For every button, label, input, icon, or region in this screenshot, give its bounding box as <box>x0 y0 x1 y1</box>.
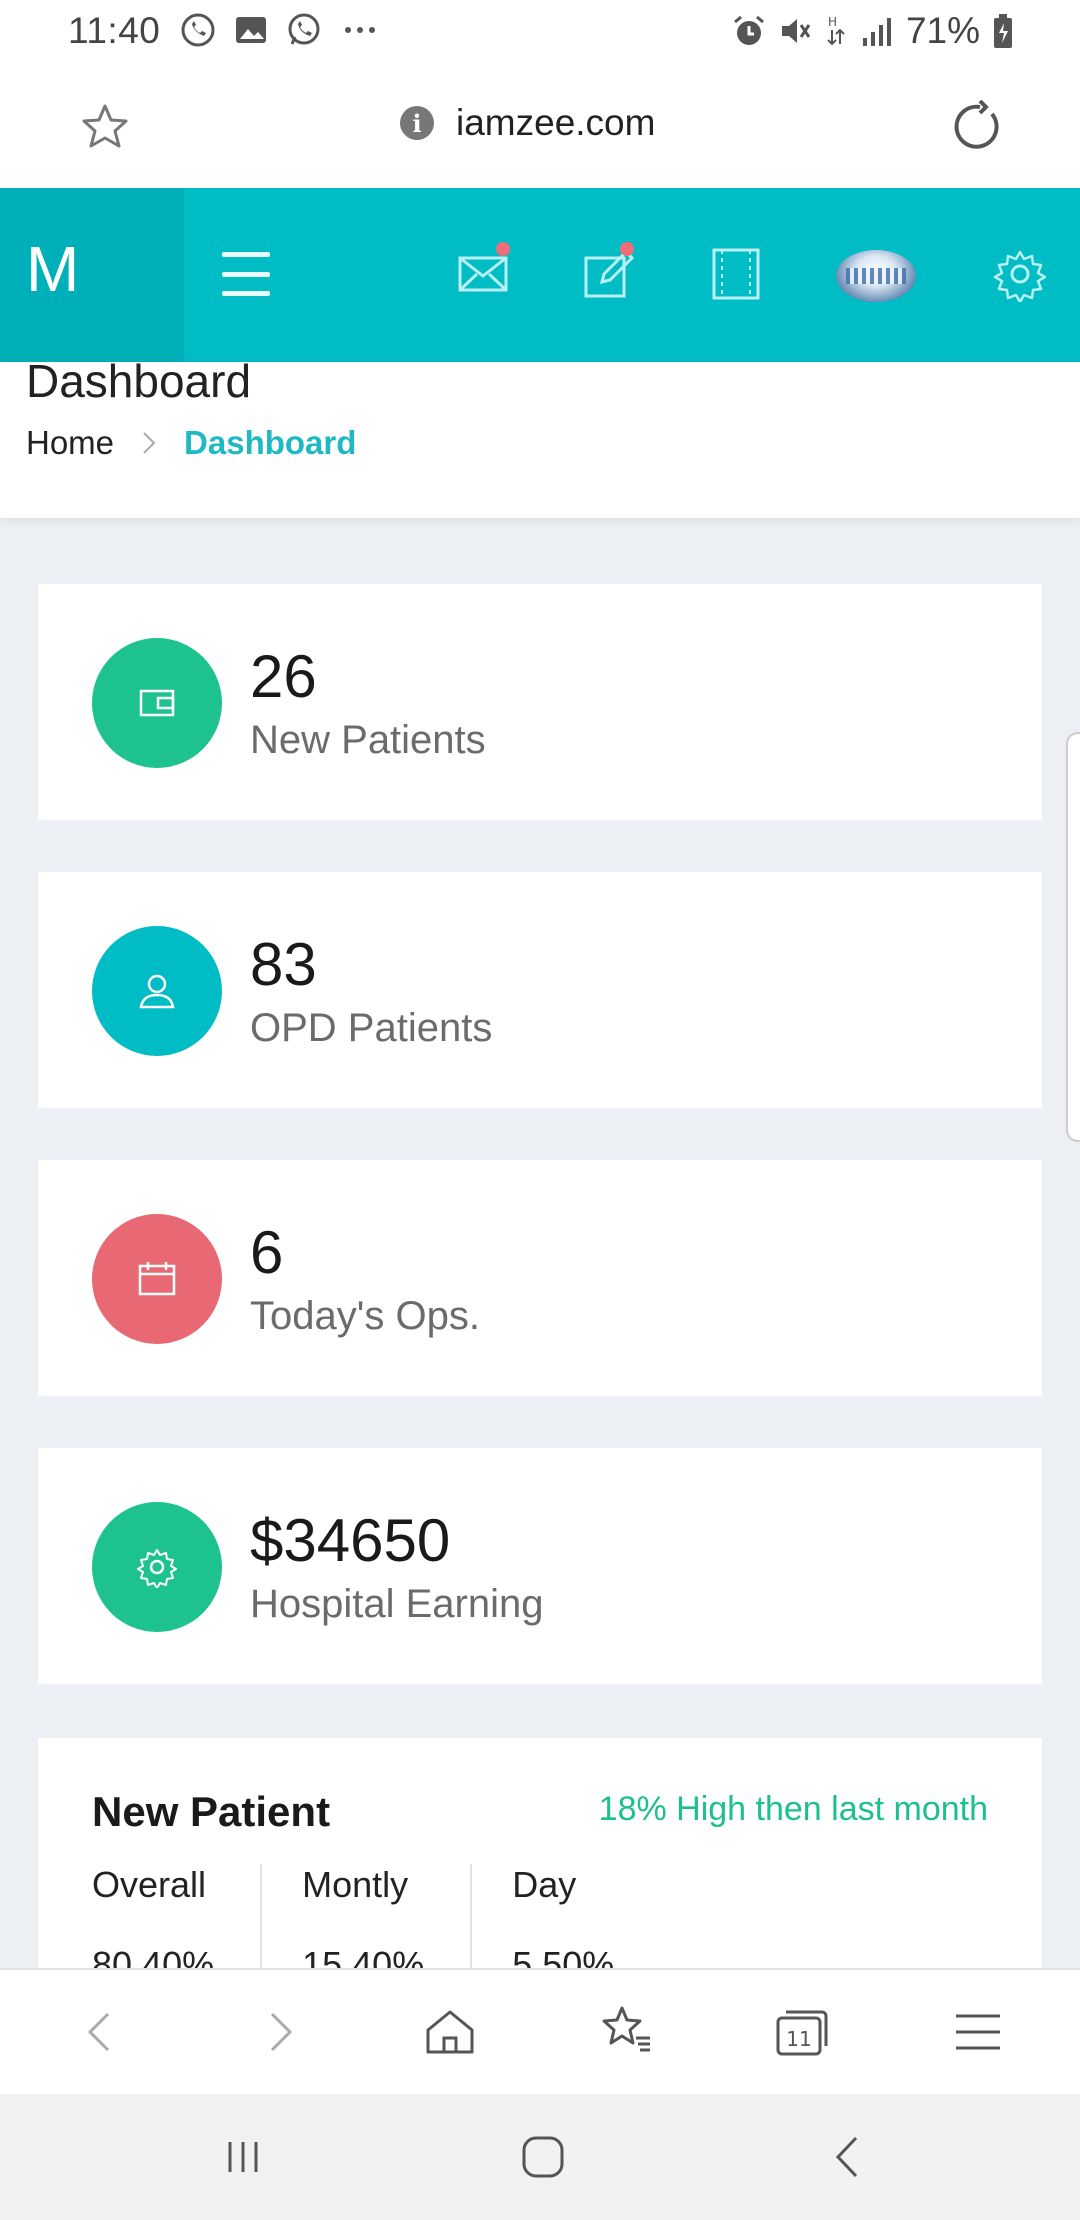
breadcrumb-home[interactable]: Home <box>26 424 114 462</box>
recent-apps-icon[interactable] <box>218 2132 268 2182</box>
stat-column: Montly 15.40% <box>302 1864 473 1968</box>
svg-text:H: H <box>828 15 837 29</box>
menu-icon[interactable] <box>948 2002 1008 2062</box>
user-icon <box>139 974 175 1009</box>
url-text: iamzee.com <box>456 102 656 143</box>
stat-icon-circle <box>92 1214 222 1344</box>
calendar-icon <box>138 1262 176 1296</box>
stat-label: OPD Patients <box>250 1006 493 1050</box>
info-icon[interactable]: i <box>400 106 434 140</box>
page-header: Dashboard Home Dashboard <box>0 355 1080 518</box>
new-patient-title: New Patient <box>92 1788 331 1835</box>
data-icon: H <box>827 15 845 46</box>
stat-value: 83 <box>250 931 317 998</box>
url-field[interactable]: i iamzee.com <box>400 102 655 144</box>
address-bar: i iamzee.com <box>0 62 1080 188</box>
home-icon[interactable] <box>420 2002 480 2062</box>
scroll-handle[interactable] <box>1066 732 1080 1142</box>
stat-column-value: 80.40% <box>92 1944 215 1968</box>
back-icon[interactable] <box>72 2002 132 2062</box>
stat-column-value: 15.40% <box>302 1944 425 1968</box>
logo[interactable]: M <box>0 188 184 362</box>
tabs-count: 11 <box>786 2027 811 2051</box>
stat-icon-circle <box>92 638 222 768</box>
logo-text: M <box>26 233 80 305</box>
hamburger-menu-icon[interactable] <box>222 252 270 296</box>
stat-icon-circle <box>92 926 222 1056</box>
system-nav-bar <box>0 2094 1080 2220</box>
stat-value: 6 <box>250 1219 284 1286</box>
bookmark-star-icon[interactable] <box>80 102 130 152</box>
status-left-icons <box>180 12 380 48</box>
stat-column-label: Day <box>512 1864 577 1905</box>
image-icon <box>236 17 266 43</box>
stat-card-todays-ops[interactable]: 6 Today's Ops. <box>38 1160 1042 1396</box>
back-nav-icon[interactable] <box>824 2132 874 2182</box>
app-header: M <box>0 188 1080 362</box>
battery-icon <box>994 14 1012 48</box>
stat-column: Day 5.50% <box>512 1864 660 1968</box>
status-time: 11:40 <box>68 10 161 51</box>
stat-column-value: 5.50% <box>512 1944 615 1968</box>
bookmarks-icon[interactable] <box>596 2002 656 2062</box>
wallet-icon <box>139 689 175 717</box>
film-icon[interactable] <box>708 246 764 302</box>
stat-card-new-patients[interactable]: 26 New Patients <box>38 584 1042 820</box>
chevron-right-icon <box>143 432 156 454</box>
browser-toolbar: 11 <box>0 1968 1080 2094</box>
forward-icon[interactable] <box>248 2002 308 2062</box>
more-icon <box>345 27 375 33</box>
gear-icon[interactable] <box>992 246 1048 302</box>
status-bar: 11:40 H 71% <box>0 0 1080 62</box>
signal-icon <box>862 18 891 46</box>
whatsapp-icon <box>288 13 320 45</box>
stat-column: Overall 80.40% <box>92 1864 263 1968</box>
page-title: Dashboard <box>26 355 252 407</box>
phone-icon <box>181 13 215 47</box>
stat-card-opd-patients[interactable]: 83 OPD Patients <box>38 872 1042 1108</box>
gear-icon <box>137 1549 177 1588</box>
breadcrumb-current: Dashboard <box>184 424 357 461</box>
stat-value: 26 <box>250 643 317 710</box>
stat-column-label: Montly <box>302 1864 409 1905</box>
new-patient-card: New Patient 18% High then last month Ove… <box>38 1738 1042 1968</box>
mute-icon <box>781 19 811 43</box>
new-patient-stats: Overall 80.40% Montly 15.40% Day 5.50% <box>92 1864 700 1968</box>
stat-icon-circle <box>92 1502 222 1632</box>
stat-label: New Patients <box>250 718 486 762</box>
breadcrumb: Home Dashboard <box>26 424 356 462</box>
stat-card-hospital-earning[interactable]: $34650 Hospital Earning <box>38 1448 1042 1684</box>
new-patient-trend: 18% High then last month <box>598 1790 988 1828</box>
stat-label: Today's Ops. <box>250 1294 480 1338</box>
avatar[interactable] <box>836 250 916 302</box>
stat-value: $34650 <box>250 1507 451 1574</box>
stat-column-label: Overall <box>92 1864 207 1905</box>
stat-label: Hospital Earning <box>250 1582 544 1626</box>
reload-icon[interactable] <box>950 100 1004 154</box>
edit-notification-dot <box>620 242 634 256</box>
status-right: H 71% <box>732 10 1014 52</box>
alarm-icon <box>733 15 764 45</box>
home-nav-icon[interactable] <box>518 2132 568 2182</box>
battery-percent: 71% <box>905 10 980 51</box>
dashboard-content: 26 New Patients 83 OPD Patients 6 Today'… <box>0 518 1080 1968</box>
tabs-icon[interactable]: 11 <box>772 2002 832 2062</box>
mail-notification-dot <box>496 242 510 256</box>
